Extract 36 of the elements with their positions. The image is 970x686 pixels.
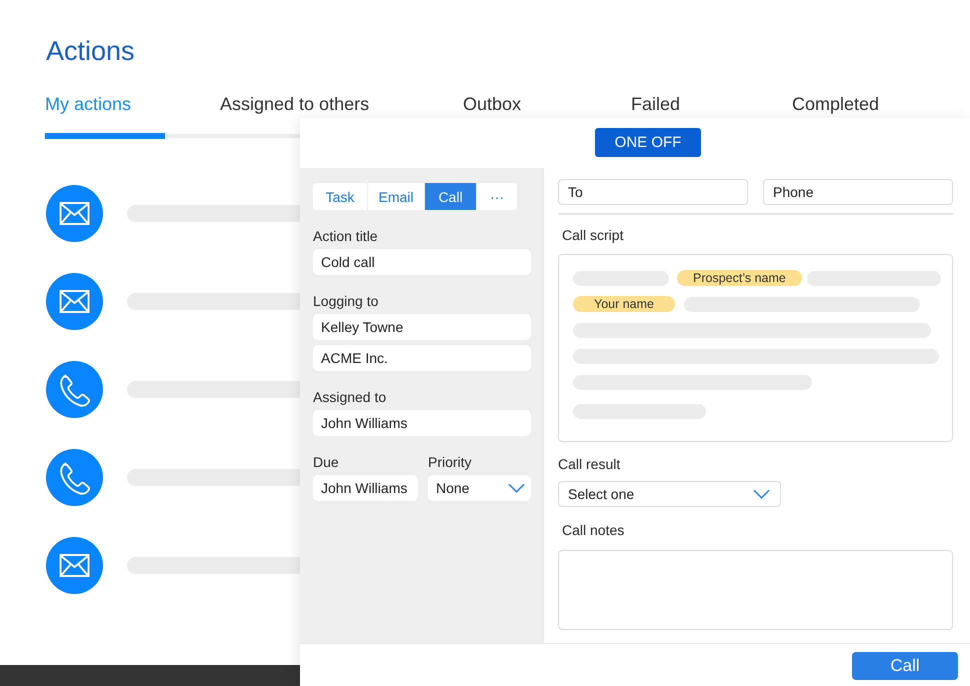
page-title: Actions (46, 35, 135, 67)
phone-icon (46, 361, 103, 418)
envelope-icon (46, 273, 103, 330)
chevron-icon (508, 483, 525, 493)
phone-icon (46, 449, 103, 506)
merge-field-token: Your name (573, 296, 675, 312)
field-label: Call notes (561, 522, 624, 539)
call-button[interactable]: Call (852, 652, 958, 680)
text-field[interactable]: Cold call (313, 249, 531, 275)
field-label: Logging to (313, 293, 378, 310)
tab[interactable]: Failed (631, 93, 680, 115)
envelope-icon (46, 185, 103, 242)
field-label: Action title (313, 228, 378, 245)
phone-field[interactable]: Phone (763, 179, 953, 205)
call-result-dropdown[interactable]: Select one (558, 481, 781, 507)
tab[interactable]: Completed (792, 93, 880, 115)
envelope-icon (46, 537, 103, 594)
priority-dropdown[interactable]: None (428, 475, 531, 501)
field-label: Assigned to (313, 389, 386, 406)
chevron-icon (753, 489, 770, 499)
tab[interactable]: Outbox (463, 93, 522, 115)
field-label: Call script (561, 227, 624, 244)
text-field[interactable]: John Williams (313, 410, 531, 436)
to-field[interactable]: To (558, 179, 748, 205)
type-tab[interactable]: Call (424, 183, 476, 210)
tab[interactable]: Assigned to others (220, 93, 370, 115)
field-label: Priority (428, 454, 472, 471)
text-field[interactable]: ACME Inc. (313, 345, 531, 371)
text-field[interactable]: Kelley Towne (313, 314, 531, 340)
merge-field-token: Prospect’s name (677, 270, 802, 286)
field-label: Call result (558, 456, 620, 473)
mode-button[interactable]: ONE OFF (595, 128, 701, 157)
call-notes-field[interactable] (558, 550, 953, 630)
type-tab[interactable]: ··· (476, 183, 517, 210)
text-field[interactable]: John Williams (313, 475, 418, 501)
field-label: Due (313, 454, 339, 471)
